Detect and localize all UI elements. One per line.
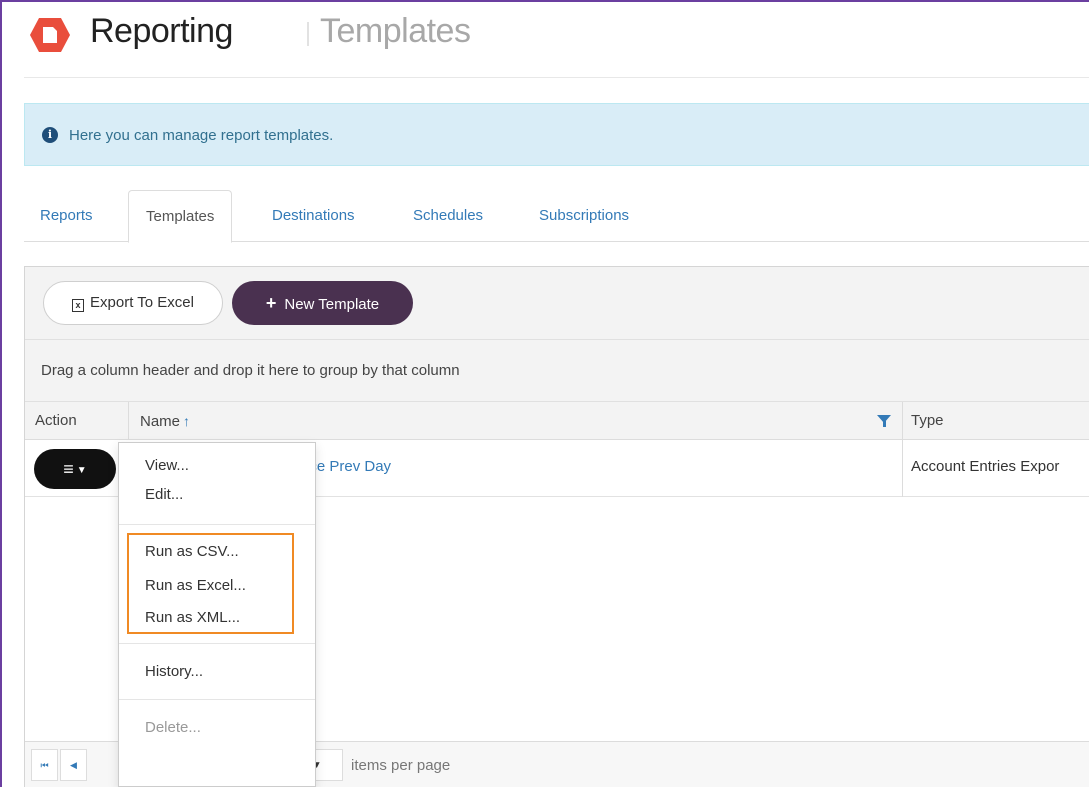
tab-subscriptions[interactable]: Subscriptions [539, 190, 629, 242]
sort-ascending-icon: ↑ [183, 413, 191, 429]
column-header-action[interactable]: Action [35, 402, 77, 440]
menu-item-delete[interactable]: Delete... [145, 719, 201, 736]
tab-schedules[interactable]: Schedules [413, 190, 483, 242]
column-header-name[interactable]: Name ↑ [140, 402, 190, 440]
caret-down-icon: ▼ [76, 465, 87, 476]
info-banner: i Here you can manage report templates. [24, 103, 1089, 166]
tab-templates[interactable]: Templates [128, 190, 233, 243]
row-action-dropdown: View... Edit... Run as CSV... Run as Exc… [118, 442, 316, 787]
filter-icon-stem [883, 421, 886, 427]
column-divider [128, 402, 129, 440]
export-to-excel-button[interactable]: x Export To Excel [43, 281, 223, 325]
page-size-label: items per page [351, 757, 451, 774]
reporting-logo-icon [30, 18, 70, 52]
tab-bar: Reports Templates Destinations Schedules… [24, 190, 1089, 243]
grid-header-row: Action Name ↑ Type [25, 402, 1089, 440]
first-page-icon[interactable]: ⏮ [31, 749, 58, 781]
menu-item-view[interactable]: View... [145, 457, 189, 474]
info-icon: i [42, 127, 58, 143]
menu-divider [119, 643, 315, 644]
new-template-label: New Template [284, 296, 380, 313]
info-text: Here you can manage report templates. [69, 127, 334, 144]
hamburger-icon: ≡ [63, 459, 74, 479]
column-divider [902, 402, 903, 440]
column-name-label: Name [140, 413, 181, 430]
page-header: Reporting Templates [24, 0, 1089, 78]
row-action-menu-button[interactable]: ≡ ▼ [34, 449, 116, 489]
menu-item-history[interactable]: History... [145, 663, 203, 680]
page-subtitle: Templates [320, 12, 471, 50]
excel-icon: x [72, 299, 85, 312]
menu-item-edit[interactable]: Edit... [145, 486, 183, 503]
prev-page-icon[interactable]: ◀ [60, 749, 87, 781]
menu-divider [119, 524, 315, 525]
menu-item-run-excel[interactable]: Run as Excel... [145, 577, 246, 594]
menu-divider [119, 699, 315, 700]
new-template-button[interactable]: + New Template [232, 281, 413, 325]
menu-item-run-xml[interactable]: Run as XML... [145, 609, 240, 626]
column-divider [902, 440, 903, 497]
column-header-type[interactable]: Type [911, 402, 944, 440]
export-label: Export To Excel [90, 294, 194, 311]
grid-toolbar: x Export To Excel + New Template [25, 267, 1089, 340]
tab-destinations[interactable]: Destinations [272, 190, 355, 242]
menu-item-run-csv[interactable]: Run as CSV... [145, 543, 239, 560]
tab-reports[interactable]: Reports [40, 190, 93, 242]
title-separator [307, 22, 309, 46]
group-hint: Drag a column header and drop it here to… [41, 362, 460, 379]
page-title: Reporting [90, 12, 233, 50]
template-type-cell: Account Entries Expor [911, 458, 1060, 475]
plus-icon: + [265, 293, 277, 313]
group-drop-area[interactable]: Drag a column header and drop it here to… [25, 340, 1089, 402]
